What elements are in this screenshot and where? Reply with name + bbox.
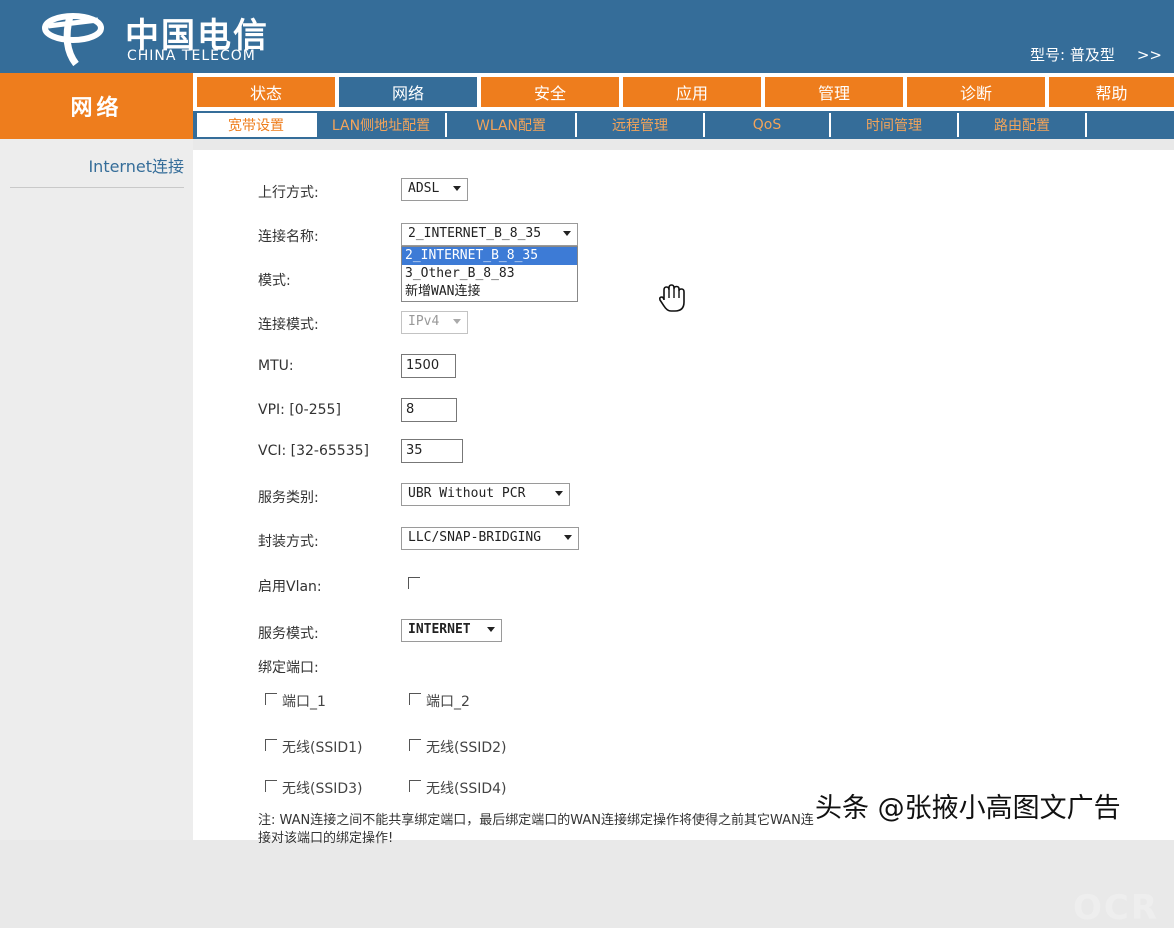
uplink-label: 上行方式:	[258, 185, 319, 201]
port1-checkbox[interactable]	[265, 693, 277, 705]
conn-mode-label: 连接模式:	[258, 317, 319, 333]
subtab-broadband[interactable]: 宽带设置	[197, 113, 317, 137]
conn-mode-select[interactable]: IPv4	[401, 311, 468, 334]
ssid4-checkbox[interactable]	[409, 780, 421, 792]
subtab-time[interactable]: 时间管理	[831, 113, 959, 137]
subtab-remote[interactable]: 远程管理	[577, 113, 705, 137]
conn-mode-value: IPv4	[408, 314, 440, 329]
chevron-down-icon	[487, 627, 495, 632]
subtab-wlan[interactable]: WLAN配置	[447, 113, 577, 137]
left-nav: Internet连接	[0, 139, 193, 840]
port2-label: 端口_2	[426, 694, 470, 710]
tab-help[interactable]: 帮助	[1049, 77, 1174, 107]
encap-select[interactable]: LLC/SNAP-BRIDGING	[401, 527, 579, 550]
collapse-chevron-icon[interactable]: >>	[1137, 46, 1162, 64]
conn-name-select[interactable]: 2_INTERNET_B_8_35	[401, 223, 578, 246]
encap-label: 封装方式:	[258, 534, 319, 550]
sub-nav: 宽带设置 LAN侧地址配置 WLAN配置 远程管理 QoS 时间管理 路由配置	[193, 111, 1174, 139]
ssid1-checkbox[interactable]	[265, 739, 277, 751]
tab-management[interactable]: 管理	[765, 77, 903, 107]
subtab-lan[interactable]: LAN侧地址配置	[317, 113, 447, 137]
port2-checkbox[interactable]	[409, 693, 421, 705]
source-watermark: 头条 @张掖小高图文广告	[815, 793, 1121, 824]
uplink-select[interactable]: ADSL	[401, 178, 468, 201]
uplink-value: ADSL	[408, 181, 440, 196]
service-mode-select[interactable]: INTERNET	[401, 619, 502, 642]
vci-input[interactable]: 35	[401, 439, 463, 463]
tab-diagnosis[interactable]: 诊断	[907, 77, 1045, 107]
service-mode-value: INTERNET	[408, 622, 471, 637]
port1-label: 端口_1	[282, 694, 326, 710]
chevron-down-icon	[564, 535, 572, 540]
bind-note: 注: WAN连接之间不能共享绑定端口，最后绑定端口的WAN连接绑定操作将使得之前…	[258, 813, 814, 846]
service-class-select[interactable]: UBR Without PCR	[401, 483, 570, 506]
encap-value: LLC/SNAP-BRIDGING	[408, 530, 542, 545]
tab-security[interactable]: 安全	[481, 77, 619, 107]
tab-status[interactable]: 状态	[197, 77, 335, 107]
vlan-label: 启用Vlan:	[258, 579, 322, 595]
ocr-watermark: OCR	[1073, 888, 1160, 928]
conn-name-label: 连接名称:	[258, 229, 319, 245]
conn-name-dropdown: 2_INTERNET_B_8_35 3_Other_B_8_83 新增WAN连接	[401, 246, 578, 302]
subtab-route[interactable]: 路由配置	[959, 113, 1087, 137]
ssid2-checkbox[interactable]	[409, 739, 421, 751]
section-title: 网络	[0, 73, 193, 139]
chevron-down-icon	[453, 319, 461, 324]
conn-name-option[interactable]: 2_INTERNET_B_8_35	[402, 247, 577, 265]
conn-name-option[interactable]: 3_Other_B_8_83	[402, 265, 577, 283]
content-panel: 上行方式: ADSL 连接名称: 2_INTERNET_B_8_35 2_INT…	[193, 150, 1174, 928]
hand-cursor-icon	[658, 284, 685, 312]
chevron-down-icon	[555, 491, 563, 496]
conn-name-option[interactable]: 新增WAN连接	[402, 283, 577, 301]
ssid2-label: 无线(SSID2)	[426, 740, 507, 756]
vci-label: VCI: [32-65535]	[258, 443, 369, 459]
service-mode-label: 服务模式:	[258, 626, 319, 642]
ssid3-checkbox[interactable]	[265, 780, 277, 792]
model-info: 型号: 普及型 >>	[1030, 44, 1162, 65]
mode-label: 模式:	[258, 273, 291, 289]
brand-english: CHINA TELECOM	[127, 48, 256, 64]
mtu-label: MTU:	[258, 358, 294, 374]
vlan-checkbox[interactable]	[408, 577, 420, 589]
subtab-qos[interactable]: QoS	[705, 113, 831, 137]
service-class-value: UBR Without PCR	[408, 486, 526, 501]
ssid4-label: 无线(SSID4)	[426, 781, 507, 797]
tab-network[interactable]: 网络	[339, 77, 477, 107]
china-telecom-logo: 中国电信 CHINA TELECOM	[40, 6, 300, 68]
chevron-down-icon	[453, 186, 461, 191]
vpi-label: VPI: [0-255]	[258, 402, 341, 418]
tab-application[interactable]: 应用	[623, 77, 761, 107]
telecom-logo-icon	[42, 13, 104, 67]
top-nav: 状态 网络 安全 应用 管理 诊断 帮助	[193, 73, 1174, 111]
vpi-input[interactable]: 8	[401, 398, 457, 422]
ssid3-label: 无线(SSID3)	[282, 781, 363, 797]
mtu-input[interactable]: 1500	[401, 354, 456, 378]
chevron-down-icon	[563, 231, 571, 236]
ssid1-label: 无线(SSID1)	[282, 740, 363, 756]
conn-name-value: 2_INTERNET_B_8_35	[408, 226, 542, 241]
header-bar: 中国电信 CHINA TELECOM 型号: 普及型 >>	[0, 0, 1174, 73]
model-label: 型号: 普及型	[1030, 46, 1115, 64]
service-class-label: 服务类别:	[258, 490, 319, 506]
bind-port-label: 绑定端口:	[258, 660, 319, 676]
leftnav-item-internet[interactable]: Internet连接	[10, 153, 184, 188]
